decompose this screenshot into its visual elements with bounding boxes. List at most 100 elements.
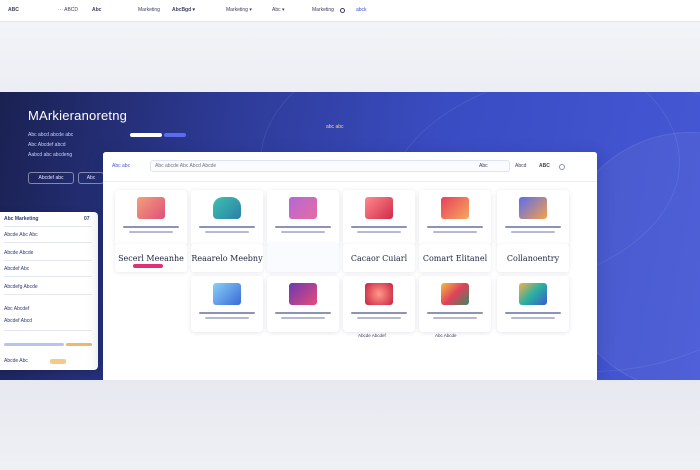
hero-chip: [130, 133, 162, 137]
sidebar-item[interactable]: Abcde Abc: [4, 358, 28, 365]
orange-blue-home-icon: [519, 197, 547, 219]
divider: [4, 260, 92, 261]
hero-line-3: Aabcd abc abcdeng: [28, 152, 73, 158]
red-gift-icon: [365, 197, 393, 219]
sidebar-item[interactable]: Abc Abcdef: [4, 306, 29, 313]
red-target-icon: [365, 283, 393, 305]
tile[interactable]: [115, 190, 187, 246]
tile[interactable]: [497, 276, 569, 332]
divider: [4, 330, 92, 331]
search-input[interactable]: [150, 160, 510, 172]
toolbar-item[interactable]: Abcd: [515, 163, 526, 169]
toolbar-item[interactable]: Abc: [479, 163, 488, 169]
sidebar-item[interactable]: Abcde Abc Abc: [4, 232, 38, 239]
teal-laptop-icon: [519, 283, 547, 305]
purple-document-icon: [289, 283, 317, 305]
nav-item-3[interactable]: Marketing: [138, 7, 160, 14]
tile-caption-line: [433, 231, 477, 233]
tile-caption-line: [281, 231, 325, 233]
purple-camera-icon: [289, 197, 317, 219]
badge: [50, 359, 66, 364]
nav-dropdown-1[interactable]: AbcBgd ▾: [172, 7, 195, 14]
category-card[interactable]: [267, 244, 339, 272]
category-card[interactable]: Comart Elitanel: [419, 244, 491, 272]
red-tools-icon: [441, 197, 469, 219]
tile[interactable]: [497, 190, 569, 246]
blue-cloud-icon: [213, 283, 241, 305]
category-label: Cacaor Cuiarl: [350, 253, 408, 263]
toolbar-item[interactable]: ABC: [539, 163, 550, 169]
progress-line: [4, 343, 64, 346]
sidebar-panel: Abc Marketing 07 Abcde Abc Abc Abcde Abc…: [0, 212, 98, 370]
category-label: Reaarelo Meebny: [191, 253, 263, 263]
tile[interactable]: [267, 190, 339, 246]
tile-caption-line: [427, 312, 483, 314]
tile[interactable]: [343, 276, 415, 332]
hero-secondary-button[interactable]: Abc: [78, 172, 104, 184]
tile-caption-line: [511, 231, 555, 233]
nav-logo[interactable]: ABC: [8, 7, 19, 14]
nav-item-5[interactable]: abck: [356, 7, 367, 14]
tile-caption: Abcde Abcdef: [358, 333, 386, 338]
sidebar-header: Abc Marketing: [4, 216, 39, 222]
tile[interactable]: [419, 276, 491, 332]
tile-caption-line: [129, 231, 173, 233]
hero-line-2: Abc Abcdef abcd: [28, 142, 66, 148]
nav-item-4[interactable]: Marketing: [312, 7, 334, 14]
category-badge: [133, 264, 163, 268]
progress-line: [66, 343, 92, 346]
spacer-band: [0, 22, 700, 92]
hero-primary-button[interactable]: Abcdef abc: [28, 172, 74, 184]
main-toolbar: Abc abc Abc Abcd ABC: [103, 152, 597, 182]
sidebar-item[interactable]: Abcdef Abcd: [4, 318, 32, 325]
category-label: Comart Elitanel: [422, 253, 488, 263]
tile-caption-line: [505, 226, 561, 228]
hero-line-1: Abc abcd abcde abc: [28, 132, 74, 138]
nav-item-2[interactable]: Abc: [92, 7, 101, 14]
category-label: Secerl Meeanhe: [118, 253, 184, 263]
tile-caption-line: [275, 312, 331, 314]
category-card[interactable]: Secerl Meeanhe: [115, 244, 187, 272]
category-card[interactable]: Reaarelo Meebny: [191, 244, 263, 272]
tile-caption-line: [427, 226, 483, 228]
divider: [4, 226, 92, 227]
main-card: Abc abc Abc Abcd ABC Secerl Meeanhe Reaa…: [103, 152, 597, 384]
tile-caption-line: [199, 312, 255, 314]
tile-caption-line: [357, 317, 401, 319]
tile-caption-line: [281, 317, 325, 319]
tile[interactable]: [267, 276, 339, 332]
hero-chip: [164, 133, 186, 137]
tile[interactable]: [191, 276, 263, 332]
tile-caption-line: [123, 226, 179, 228]
category-label: Collanoentry: [506, 253, 560, 263]
tile-caption-line: [505, 312, 561, 314]
profile-icon[interactable]: [559, 164, 565, 170]
footer-band: [0, 380, 700, 470]
tile[interactable]: [343, 190, 415, 246]
teal-chat-icon: [213, 197, 241, 219]
top-nav-bar: ABC ··· ABCD Abc Marketing AbcBgd ▾ Mark…: [0, 0, 700, 22]
category-card[interactable]: Cacaor Cuiarl: [343, 244, 415, 272]
divider: [4, 242, 92, 243]
sidebar-count: 07: [84, 216, 90, 222]
tile-caption-line: [275, 226, 331, 228]
tile-caption-line: [511, 317, 555, 319]
colorful-graph-icon: [441, 283, 469, 305]
tile-caption-line: [351, 312, 407, 314]
tile[interactable]: [419, 190, 491, 246]
divider: [4, 276, 92, 277]
category-card[interactable]: Collanoentry: [497, 244, 569, 272]
nav-item-1[interactable]: ··· ABCD: [58, 7, 78, 14]
divider: [4, 294, 92, 295]
main-brand[interactable]: Abc abc: [112, 163, 130, 169]
hero-title: MArkieranoretng: [28, 108, 128, 123]
sidebar-item[interactable]: Abcdef Abc: [4, 266, 29, 273]
sidebar-item[interactable]: Abcdefg Abcde: [4, 284, 38, 291]
tile[interactable]: [191, 190, 263, 246]
sidebar-item[interactable]: Abcde Abcde: [4, 250, 33, 257]
tile-caption-line: [433, 317, 477, 319]
search-icon[interactable]: [340, 8, 345, 13]
hero-floating-chip: abc abc: [326, 124, 344, 130]
nav-dropdown-3[interactable]: Abc ▾: [272, 7, 285, 14]
nav-dropdown-2[interactable]: Marketing ▾: [226, 7, 252, 14]
